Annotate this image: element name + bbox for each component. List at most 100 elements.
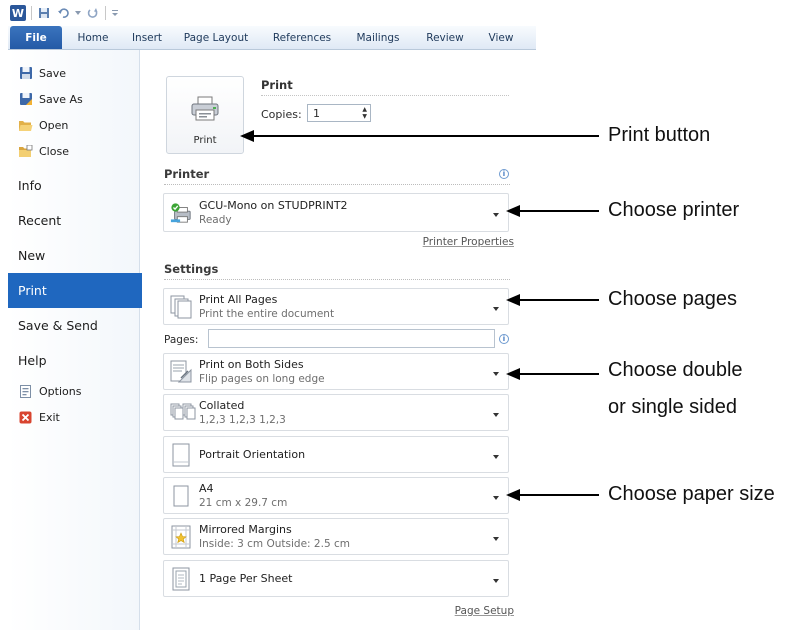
orientation-title: Portrait Orientation	[199, 448, 306, 461]
printer-status: Ready	[199, 214, 232, 226]
print-button[interactable]: Print	[166, 76, 244, 154]
annotation-label: Choose pages	[608, 288, 737, 310]
toolbar-separator	[105, 6, 106, 20]
info-icon[interactable]: i	[499, 334, 509, 344]
copies-label: Copies:	[261, 108, 302, 121]
print-range-dropdown[interactable]: Print All Pages Print the entire documen…	[163, 288, 509, 325]
print-pane: Print Print Copies: 1 ▲ ▼ Printer i GCU-…	[162, 50, 514, 630]
sidebar-item-label: Save As	[39, 92, 83, 106]
customize-toolbar-icon[interactable]	[111, 6, 119, 20]
sidebar-item-options[interactable]: Options	[8, 378, 139, 404]
sidebar-item-recent[interactable]: Recent	[8, 203, 139, 238]
tab-file[interactable]: File	[10, 26, 62, 49]
settings-heading: Settings	[164, 262, 219, 276]
tab-mailings[interactable]: Mailings	[342, 26, 414, 49]
paper-size-detail: 21 cm x 29.7 cm	[199, 497, 288, 509]
sidebar-item-label: Save	[39, 66, 67, 80]
sidebar-item-label: Exit	[39, 410, 60, 424]
annotation-label: Choose double	[608, 359, 743, 381]
redo-icon[interactable]	[86, 6, 100, 20]
sidebar-item-print[interactable]: Print	[8, 273, 151, 308]
collation-title: Collated	[199, 399, 245, 412]
paper-size-dropdown[interactable]: A4 21 cm x 29.7 cm	[163, 477, 509, 514]
chevron-down-icon	[493, 495, 499, 500]
backstage-sidebar: Save Save As Open Close Info Recent New …	[8, 50, 151, 630]
backstage-view: Save Save As Open Close Info Recent New …	[8, 50, 536, 630]
word-logo-icon[interactable]: W	[10, 5, 26, 21]
annotation-line	[518, 299, 599, 301]
print-button-label: Print	[193, 135, 217, 146]
pages-per-sheet-dropdown[interactable]: 1 Page Per Sheet	[163, 560, 509, 597]
tab-home[interactable]: Home	[62, 26, 124, 49]
chevron-down-icon	[493, 536, 499, 541]
annotation-line	[518, 210, 599, 212]
copies-stepper[interactable]: 1 ▲ ▼	[307, 104, 371, 122]
ribbon-tabs: File Home Insert Page Layout References …	[8, 26, 536, 50]
collation-detail: 1,2,3 1,2,3 1,2,3	[199, 414, 286, 426]
tab-insert[interactable]: Insert	[124, 26, 170, 49]
sidebar-item-save[interactable]: Save	[8, 60, 139, 86]
chevron-down-icon	[493, 412, 499, 417]
chevron-down-icon	[493, 454, 499, 459]
sidebar-item-new[interactable]: New	[8, 238, 139, 273]
printer-properties-link[interactable]: Printer Properties	[423, 236, 514, 248]
duplex-detail: Flip pages on long edge	[199, 373, 325, 385]
exit-icon	[18, 410, 33, 424]
sidebar-item-label: Open	[39, 118, 69, 132]
print-heading-rule	[261, 95, 509, 96]
sidebar-item-close[interactable]: Close	[8, 138, 139, 164]
duplex-title: Print on Both Sides	[199, 358, 304, 371]
margins-detail: Inside: 3 cm Outside: 2.5 cm	[199, 538, 350, 550]
undo-dropdown-icon[interactable]	[75, 6, 81, 20]
chevron-down-icon	[493, 306, 499, 311]
sidebar-item-save-as[interactable]: Save As	[8, 86, 139, 112]
quick-save-icon[interactable]	[37, 6, 51, 20]
tab-page-layout[interactable]: Page Layout	[170, 26, 262, 49]
printer-status-icon	[170, 201, 192, 225]
tab-review[interactable]: Review	[414, 26, 476, 49]
quick-access-toolbar: W	[8, 0, 536, 26]
sidebar-item-save-send[interactable]: Save & Send	[8, 308, 139, 343]
settings-heading-rule	[164, 279, 510, 280]
sidebar-item-info[interactable]: Info	[8, 168, 139, 203]
duplex-dropdown[interactable]: Print on Both Sides Flip pages on long e…	[163, 353, 509, 390]
close-folder-icon	[18, 144, 33, 158]
margins-dropdown[interactable]: Mirrored Margins Inside: 3 cm Outside: 2…	[163, 518, 509, 555]
undo-icon[interactable]	[56, 6, 70, 20]
printer-heading: Printer	[164, 167, 210, 181]
printer-dropdown[interactable]: GCU-Mono on STUDPRINT2 Ready	[163, 193, 509, 232]
paper-size-title: A4	[199, 482, 214, 495]
save-icon	[18, 66, 33, 80]
sidebar-item-open[interactable]: Open	[8, 112, 139, 138]
sidebar-item-help[interactable]: Help	[8, 343, 139, 378]
orientation-dropdown[interactable]: Portrait Orientation	[163, 436, 509, 473]
sidebar-item-exit[interactable]: Exit	[8, 404, 139, 430]
tab-view[interactable]: View	[476, 26, 526, 49]
copies-spinner-icon[interactable]: ▲ ▼	[362, 106, 367, 120]
chevron-down-icon	[493, 578, 499, 583]
margins-title: Mirrored Margins	[199, 523, 292, 536]
chevron-down-icon	[493, 371, 499, 376]
save-as-icon	[18, 92, 33, 106]
copies-value: 1	[313, 106, 320, 120]
annotation-label: Choose printer	[608, 199, 740, 221]
portrait-icon	[170, 443, 192, 467]
printer-icon	[190, 96, 220, 125]
info-icon[interactable]: i	[499, 169, 509, 179]
pages-per-sheet-icon	[170, 567, 192, 591]
page-setup-link[interactable]: Page Setup	[455, 605, 514, 617]
pages-per-sheet-title: 1 Page Per Sheet	[199, 572, 293, 585]
annotation-label: Choose paper size	[608, 483, 775, 505]
sidebar-item-label: Close	[39, 144, 69, 158]
collation-dropdown[interactable]: Collated 1,2,3 1,2,3 1,2,3	[163, 394, 509, 431]
pages-input[interactable]	[208, 329, 495, 348]
duplex-icon	[170, 360, 192, 384]
tab-references[interactable]: References	[262, 26, 342, 49]
pages-label: Pages:	[164, 334, 199, 346]
annotation-line	[518, 494, 599, 496]
open-folder-icon	[18, 118, 33, 132]
word-backstage-window: W File Home Insert Page Layout Reference…	[8, 0, 536, 630]
annotation-label: or single sided	[608, 396, 737, 418]
annotation-line	[518, 373, 599, 375]
print-range-detail: Print the entire document	[199, 308, 335, 320]
